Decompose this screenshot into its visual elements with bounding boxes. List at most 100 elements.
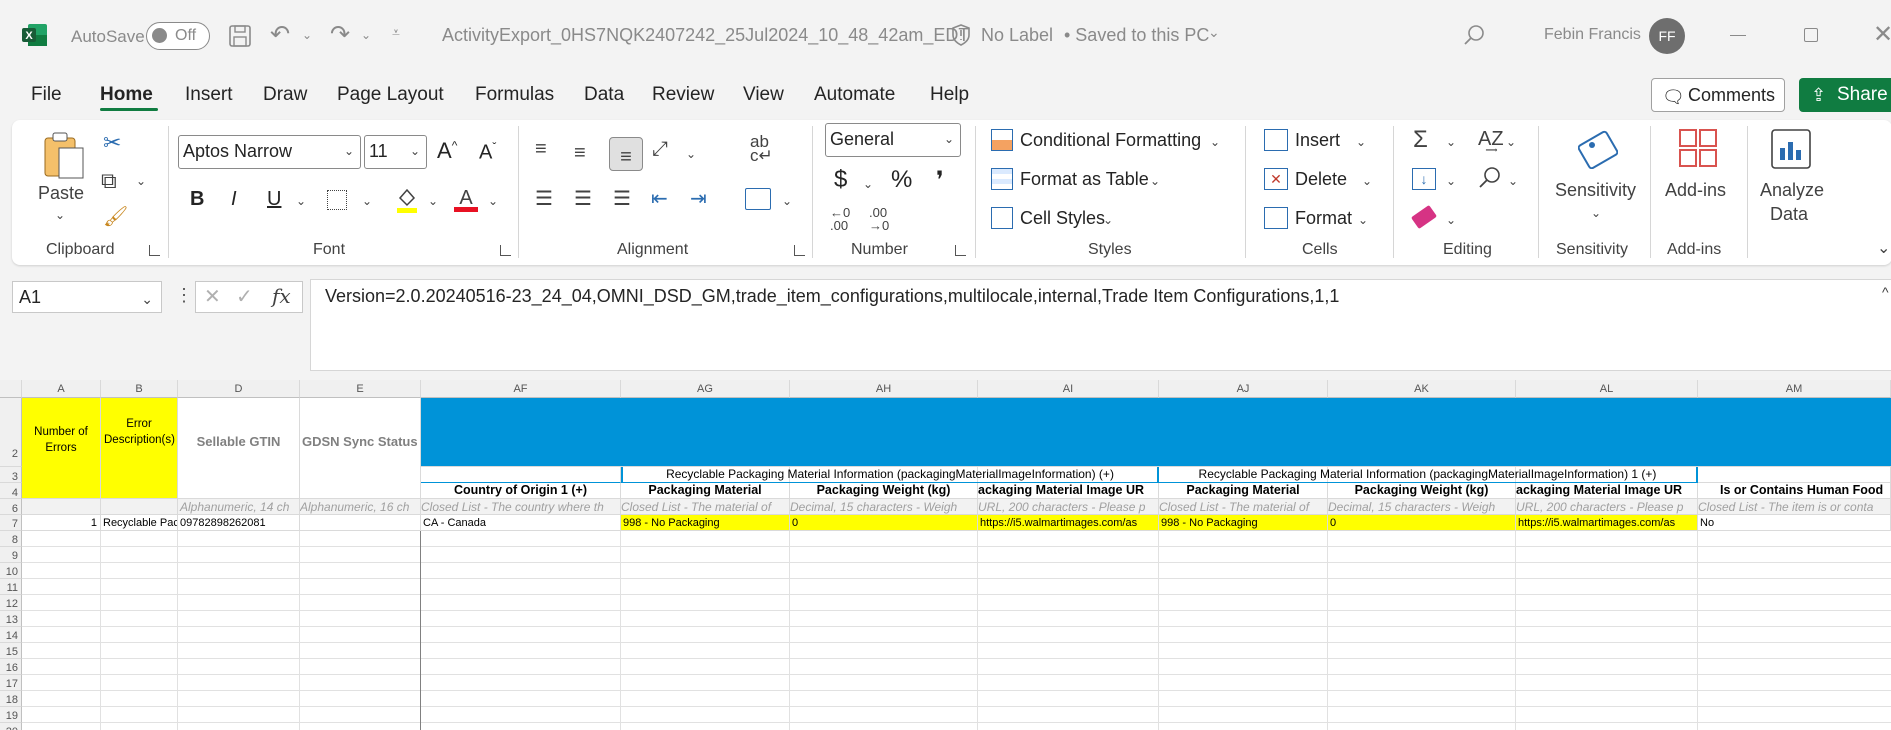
tab-draw[interactable]: Draw bbox=[263, 84, 307, 106]
sensitivity-button[interactable]: Sensitivity bbox=[1555, 180, 1636, 201]
autosave-toggle[interactable]: Off bbox=[146, 22, 210, 50]
tab-data[interactable]: Data bbox=[584, 84, 624, 106]
cell-e2[interactable]: GDSN Sync Status bbox=[300, 398, 421, 499]
hint-af6[interactable]: Closed List - The country where th bbox=[421, 499, 621, 515]
row-header-15[interactable]: 15 bbox=[0, 643, 22, 659]
row-header-10[interactable]: 10 bbox=[0, 563, 22, 579]
font-launcher-icon[interactable] bbox=[500, 245, 511, 256]
tab-help[interactable]: Help bbox=[930, 84, 969, 106]
fill-icon[interactable]: ↓ bbox=[1412, 168, 1436, 190]
delete-cells-icon[interactable]: ✕ bbox=[1264, 168, 1288, 190]
cell-d2[interactable]: Sellable GTIN bbox=[178, 398, 300, 499]
alignment-launcher-icon[interactable] bbox=[794, 245, 805, 256]
section-banner[interactable] bbox=[421, 398, 1891, 467]
analyze-data-line1[interactable]: Analyze bbox=[1760, 180, 1824, 201]
formula-input[interactable]: Version=2.0.20240516-23_24_04,OMNI_DSD_G… bbox=[310, 279, 1891, 371]
minimize-icon[interactable] bbox=[1730, 35, 1746, 36]
tab-file[interactable]: File bbox=[31, 84, 62, 106]
hint-am6[interactable]: Closed List - The item is or conta bbox=[1698, 499, 1891, 515]
cell-aj7[interactable]: 998 - No Packaging bbox=[1159, 515, 1328, 531]
cell-b7[interactable]: Recyclable Pac bbox=[101, 515, 178, 531]
column-header-e[interactable]: E bbox=[300, 380, 421, 398]
avatar[interactable]: FF bbox=[1649, 18, 1685, 54]
analyze-data-icon[interactable] bbox=[1770, 128, 1812, 175]
addins-icon[interactable] bbox=[1678, 128, 1718, 173]
autosum-chevron-icon[interactable]: ⌄ bbox=[1446, 135, 1456, 149]
cell-b2[interactable]: Error Description(s) bbox=[101, 398, 178, 499]
row-header-6[interactable]: 6 bbox=[0, 499, 22, 515]
header-packaging-image-2[interactable]: ackaging Material Image UR bbox=[1516, 483, 1698, 499]
name-box[interactable]: A1 ⌄ bbox=[12, 281, 162, 313]
tab-home[interactable]: Home bbox=[100, 84, 153, 106]
paste-chevron-icon[interactable]: ⌄ bbox=[55, 208, 65, 222]
user-name[interactable]: Febin Francis bbox=[1544, 26, 1641, 44]
spreadsheet-grid[interactable]: A B D E AF AG AH AI AJ AK AL AM 2 3 4 6 … bbox=[0, 380, 1891, 730]
merge-chevron-icon[interactable]: ⌄ bbox=[782, 194, 792, 208]
row-header-19[interactable]: 19 bbox=[0, 707, 22, 723]
row-header-14[interactable]: 14 bbox=[0, 627, 22, 643]
share-button[interactable]: ⇪ Share bbox=[1799, 78, 1891, 112]
shrink-font-icon[interactable]: Aˇ bbox=[479, 140, 496, 165]
font-color-chevron-icon[interactable]: ⌄ bbox=[488, 194, 498, 208]
column-header-b[interactable]: B bbox=[101, 380, 178, 398]
paste-icon[interactable] bbox=[41, 130, 85, 185]
font-name-select[interactable]: Aptos Narrow ⌄ bbox=[178, 135, 361, 169]
align-left-icon[interactable]: ☰ bbox=[535, 186, 553, 211]
cut-icon[interactable]: ✂ bbox=[103, 130, 121, 156]
align-middle-icon[interactable]: ≡ bbox=[574, 142, 586, 165]
select-all-corner[interactable] bbox=[0, 380, 22, 398]
column-header-a[interactable]: A bbox=[22, 380, 101, 398]
hint-ai6[interactable]: URL, 200 characters - Please p bbox=[978, 499, 1159, 515]
ribbon-collapse-chevron-icon[interactable]: ⌄ bbox=[1877, 238, 1890, 258]
restore-icon[interactable] bbox=[1804, 28, 1818, 42]
cell-al7[interactable]: https://i5.walmartimages.com/as bbox=[1516, 515, 1698, 531]
insert-cells-icon[interactable] bbox=[1264, 129, 1288, 151]
row-header-4[interactable]: 4 bbox=[0, 483, 22, 499]
formula-bar-more-icon[interactable]: ⋮ bbox=[175, 285, 193, 306]
sensitivity-chevron-icon[interactable]: ⌄ bbox=[1591, 206, 1601, 220]
save-icon[interactable] bbox=[229, 25, 251, 47]
enter-icon[interactable]: ✓ bbox=[236, 284, 253, 309]
conditional-formatting-button[interactable]: Conditional Formatting bbox=[1020, 130, 1201, 151]
addins-button[interactable]: Add-ins bbox=[1665, 180, 1726, 201]
cell-ai7[interactable]: https://i5.walmartimages.com/as bbox=[978, 515, 1159, 531]
column-header-am[interactable]: AM bbox=[1698, 380, 1891, 398]
cancel-icon[interactable]: ✕ bbox=[204, 284, 221, 309]
conditional-formatting-icon[interactable] bbox=[991, 129, 1013, 151]
column-header-ah[interactable]: AH bbox=[790, 380, 978, 398]
analyze-data-line2[interactable]: Data bbox=[1770, 204, 1808, 225]
orientation-icon[interactable]: ⤢ bbox=[652, 138, 668, 161]
column-header-d[interactable]: D bbox=[178, 380, 300, 398]
sort-chevron-icon[interactable]: ⌄ bbox=[1506, 135, 1516, 149]
redo-icon[interactable]: ↷ bbox=[330, 20, 350, 49]
header-packaging-weight-1[interactable]: Packaging Weight (kg) bbox=[790, 483, 978, 499]
file-title[interactable]: ActivityExport_0HS7NQK2407242_25Jul2024_… bbox=[442, 25, 969, 46]
merge-center-icon[interactable] bbox=[745, 188, 771, 210]
cell-styles-button[interactable]: Cell Styles bbox=[1020, 208, 1105, 229]
redo-chevron-icon[interactable]: ⌄ bbox=[361, 28, 371, 42]
hint-d6[interactable]: Alphanumeric, 14 ch bbox=[178, 499, 300, 515]
sensitivity-icon[interactable] bbox=[1577, 127, 1619, 174]
row-header-8[interactable]: 8 bbox=[0, 531, 22, 547]
orientation-chevron-icon[interactable]: ⌄ bbox=[686, 147, 696, 161]
cell-ah7[interactable]: 0 bbox=[790, 515, 978, 531]
fill-color-icon[interactable] bbox=[395, 186, 419, 219]
cell-d7[interactable]: 09782898262081 bbox=[178, 515, 300, 531]
format-cells-icon[interactable] bbox=[1264, 207, 1288, 229]
insert-chevron-icon[interactable]: ⌄ bbox=[1356, 135, 1366, 149]
header-packaging-material-2[interactable]: Packaging Material bbox=[1159, 483, 1328, 499]
cell-a7[interactable]: 1 bbox=[22, 515, 101, 531]
tab-automate[interactable]: Automate bbox=[814, 84, 895, 106]
row-header-9[interactable]: 9 bbox=[0, 547, 22, 563]
undo-icon[interactable]: ↶ bbox=[270, 20, 290, 49]
close-icon[interactable]: ✕ bbox=[1873, 20, 1891, 49]
cell-styles-chevron-icon[interactable]: ⌄ bbox=[1103, 213, 1113, 227]
customize-qat-icon[interactable]: ⩡ bbox=[392, 24, 400, 41]
cell-af7[interactable]: CA - Canada bbox=[421, 515, 621, 531]
column-header-af[interactable]: AF bbox=[421, 380, 621, 398]
undo-chevron-icon[interactable]: ⌄ bbox=[302, 28, 312, 42]
row-header-11[interactable]: 11 bbox=[0, 579, 22, 595]
title-chevron-icon[interactable]: ⌄ bbox=[1208, 24, 1220, 41]
fill-color-chevron-icon[interactable]: ⌄ bbox=[428, 194, 438, 208]
excel-logo-icon[interactable]: X bbox=[22, 22, 48, 48]
